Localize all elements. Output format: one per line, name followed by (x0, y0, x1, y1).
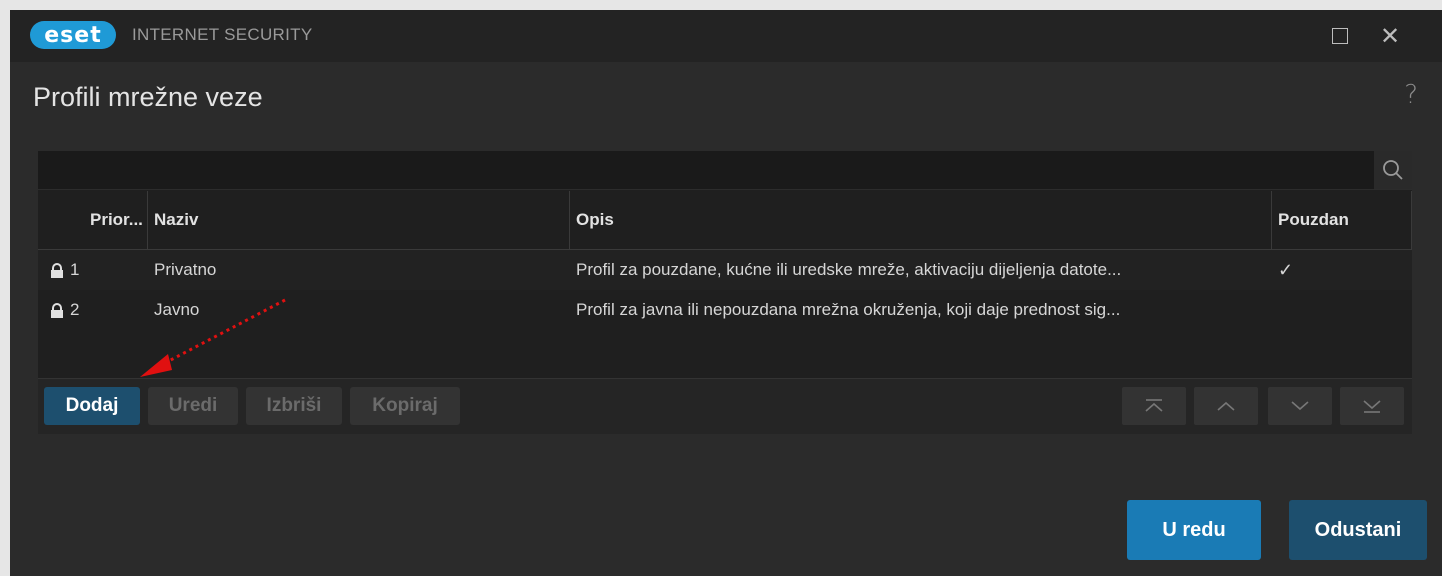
ok-button[interactable]: U redu (1127, 500, 1261, 560)
name-cell: Javno (154, 300, 200, 319)
table-header: Prior... Naziv Opis Pouzdan (38, 191, 1412, 250)
description-cell: Profil za pouzdane, kućne ili uredske mr… (576, 260, 1122, 279)
move-bottom-icon (1363, 400, 1381, 413)
close-button[interactable]: ✕ (1372, 18, 1408, 54)
move-top-button[interactable] (1122, 387, 1186, 425)
maximize-button[interactable] (1322, 18, 1358, 54)
table-row[interactable]: 2 Javno Profil za javna ili nepouzdana m… (38, 290, 1412, 330)
help-button[interactable]: ? (1404, 80, 1418, 110)
move-up-icon (1217, 401, 1235, 411)
column-header-trusted[interactable]: Pouzdan (1272, 191, 1412, 249)
move-bottom-button[interactable] (1340, 387, 1404, 425)
add-button[interactable]: Dodaj (44, 387, 140, 425)
table-row[interactable]: 1 Privatno Profil za pouzdane, kućne ili… (38, 250, 1412, 290)
priority-cell: 2 (70, 300, 80, 319)
search-button[interactable] (1374, 151, 1412, 189)
help-icon: ? (1404, 80, 1418, 110)
priority-cell: 1 (70, 260, 80, 279)
table-toolbar: Dodaj Uredi Izbriši Kopiraj (38, 378, 1412, 434)
profiles-table-panel: Prior... Naziv Opis Pouzdan 1 Privatno P… (38, 151, 1412, 434)
eset-logo: eset (30, 21, 116, 49)
copy-button[interactable]: Kopiraj (350, 387, 460, 425)
dialog-window: eset INTERNET SECURITY ✕ Profili mrežne … (10, 10, 1442, 576)
move-up-button[interactable] (1194, 387, 1258, 425)
edit-button[interactable]: Uredi (148, 387, 238, 425)
description-cell: Profil za javna ili nepouzdana mrežna ok… (576, 300, 1121, 319)
column-header-name[interactable]: Naziv (148, 191, 570, 249)
name-cell: Privatno (154, 260, 217, 279)
title-bar[interactable]: eset INTERNET SECURITY ✕ (10, 10, 1442, 62)
column-header-priority[interactable]: Prior... (38, 191, 148, 249)
search-icon (1383, 160, 1403, 180)
move-down-button[interactable] (1268, 387, 1332, 425)
close-icon: ✕ (1379, 22, 1401, 50)
app-title: INTERNET SECURITY (132, 25, 313, 44)
cancel-button[interactable]: Odustani (1289, 500, 1427, 560)
move-top-icon (1145, 399, 1163, 412)
delete-button[interactable]: Izbriši (246, 387, 342, 425)
trusted-check-icon: ✓ (1278, 259, 1294, 280)
lock-icon (51, 303, 63, 318)
page-title: Profili mrežne veze (33, 82, 263, 112)
maximize-icon (1332, 28, 1348, 44)
column-header-description[interactable]: Opis (570, 191, 1272, 249)
move-down-icon (1291, 401, 1309, 411)
lock-icon (51, 263, 63, 278)
table-search-bar (38, 151, 1412, 190)
